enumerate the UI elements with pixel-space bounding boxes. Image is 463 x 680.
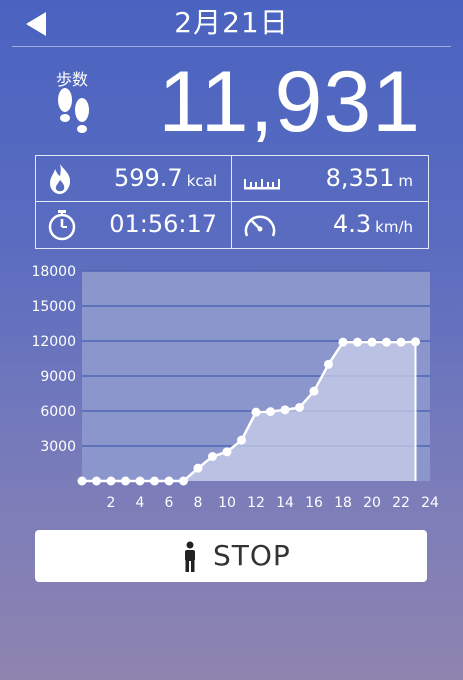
data-point — [92, 476, 101, 486]
x-tick-label: 12 — [247, 495, 265, 511]
data-point — [411, 337, 420, 347]
data-point — [77, 476, 87, 486]
y-tick-label: 3000 — [40, 439, 76, 455]
distance-value: 8,351 m — [326, 156, 413, 204]
x-tick-label: 20 — [363, 495, 381, 511]
data-point — [164, 476, 174, 486]
header: 2月21日 — [0, 0, 463, 47]
x-tick-label: 4 — [136, 495, 145, 511]
data-point — [382, 337, 391, 347]
x-tick-label: 24 — [421, 495, 439, 511]
duration-value: 01:56:17 — [109, 210, 217, 238]
steps-chart-svg: 3000600090001200015000180002 4 6 8 10 12 14 16 1… — [31, 264, 439, 511]
data-point — [353, 337, 362, 347]
calories-cell: 599.7 kcal — [36, 156, 231, 201]
data-point — [324, 359, 333, 369]
y-tick-label: 9000 — [40, 369, 76, 385]
data-point — [266, 407, 275, 417]
speed-cell: 4.3 km/h — [232, 202, 427, 247]
data-point — [338, 337, 348, 347]
person-icon — [180, 541, 200, 577]
data-point — [309, 386, 319, 396]
y-tick-label: 12000 — [31, 334, 76, 350]
stop-button[interactable]: STOP — [35, 530, 427, 582]
data-point — [179, 476, 188, 486]
x-tick-label: 6 — [165, 495, 174, 511]
calories-value: 599.7 kcal — [114, 156, 217, 204]
data-point — [150, 476, 159, 486]
stats-panel: 599.7 kcal 8,351 m 01:56:17 4.3 km/h — [35, 155, 429, 249]
data-point — [121, 476, 130, 486]
stopwatch-icon — [46, 209, 78, 245]
distance-number: 8,351 — [325, 164, 395, 192]
data-point — [367, 337, 377, 347]
fire-icon — [46, 163, 74, 199]
data-point — [106, 476, 116, 486]
data-point — [280, 405, 290, 415]
speed-unit: km/h — [375, 218, 413, 236]
date-title: 2月21日 — [174, 6, 289, 39]
x-tick-label: 22 — [392, 495, 410, 511]
stop-button-label: STOP — [213, 539, 291, 572]
data-point — [237, 435, 246, 445]
x-tick-label: 18 — [334, 495, 352, 511]
calories-number: 599.7 — [113, 164, 183, 192]
footprints-icon — [54, 86, 94, 142]
speed-value: 4.3 km/h — [333, 202, 413, 250]
ruler-icon — [242, 163, 282, 199]
x-tick-label: 10 — [218, 495, 236, 511]
data-point — [208, 452, 217, 461]
steps-chart: 3000 6000 9000 12000 15000 18000 2 4 6 8 10 12 14 16 1… — [0, 262, 463, 512]
distance-unit: m — [398, 172, 413, 190]
data-point — [222, 447, 232, 457]
x-tick-label: 2 — [107, 495, 116, 511]
x-tick-label: 14 — [276, 495, 294, 511]
y-tick-label: 6000 — [40, 404, 76, 420]
data-point — [295, 403, 304, 412]
distance-cell: 8,351 m — [232, 156, 427, 201]
x-tick-label: 16 — [305, 495, 323, 511]
data-point — [396, 337, 406, 347]
speed-number: 4.3 — [332, 210, 372, 238]
duration-cell: 01:56:17 — [36, 202, 231, 247]
speedometer-icon — [242, 209, 278, 245]
y-tick-label: 18000 — [31, 264, 76, 280]
steps-value: 11,931 — [158, 54, 421, 150]
y-tick-label: 15000 — [31, 299, 76, 315]
header-divider — [12, 46, 451, 47]
calories-unit: kcal — [186, 172, 217, 190]
data-point — [251, 407, 261, 417]
data-point — [135, 476, 145, 486]
x-tick-label: 8 — [194, 495, 203, 511]
data-point — [193, 463, 203, 473]
